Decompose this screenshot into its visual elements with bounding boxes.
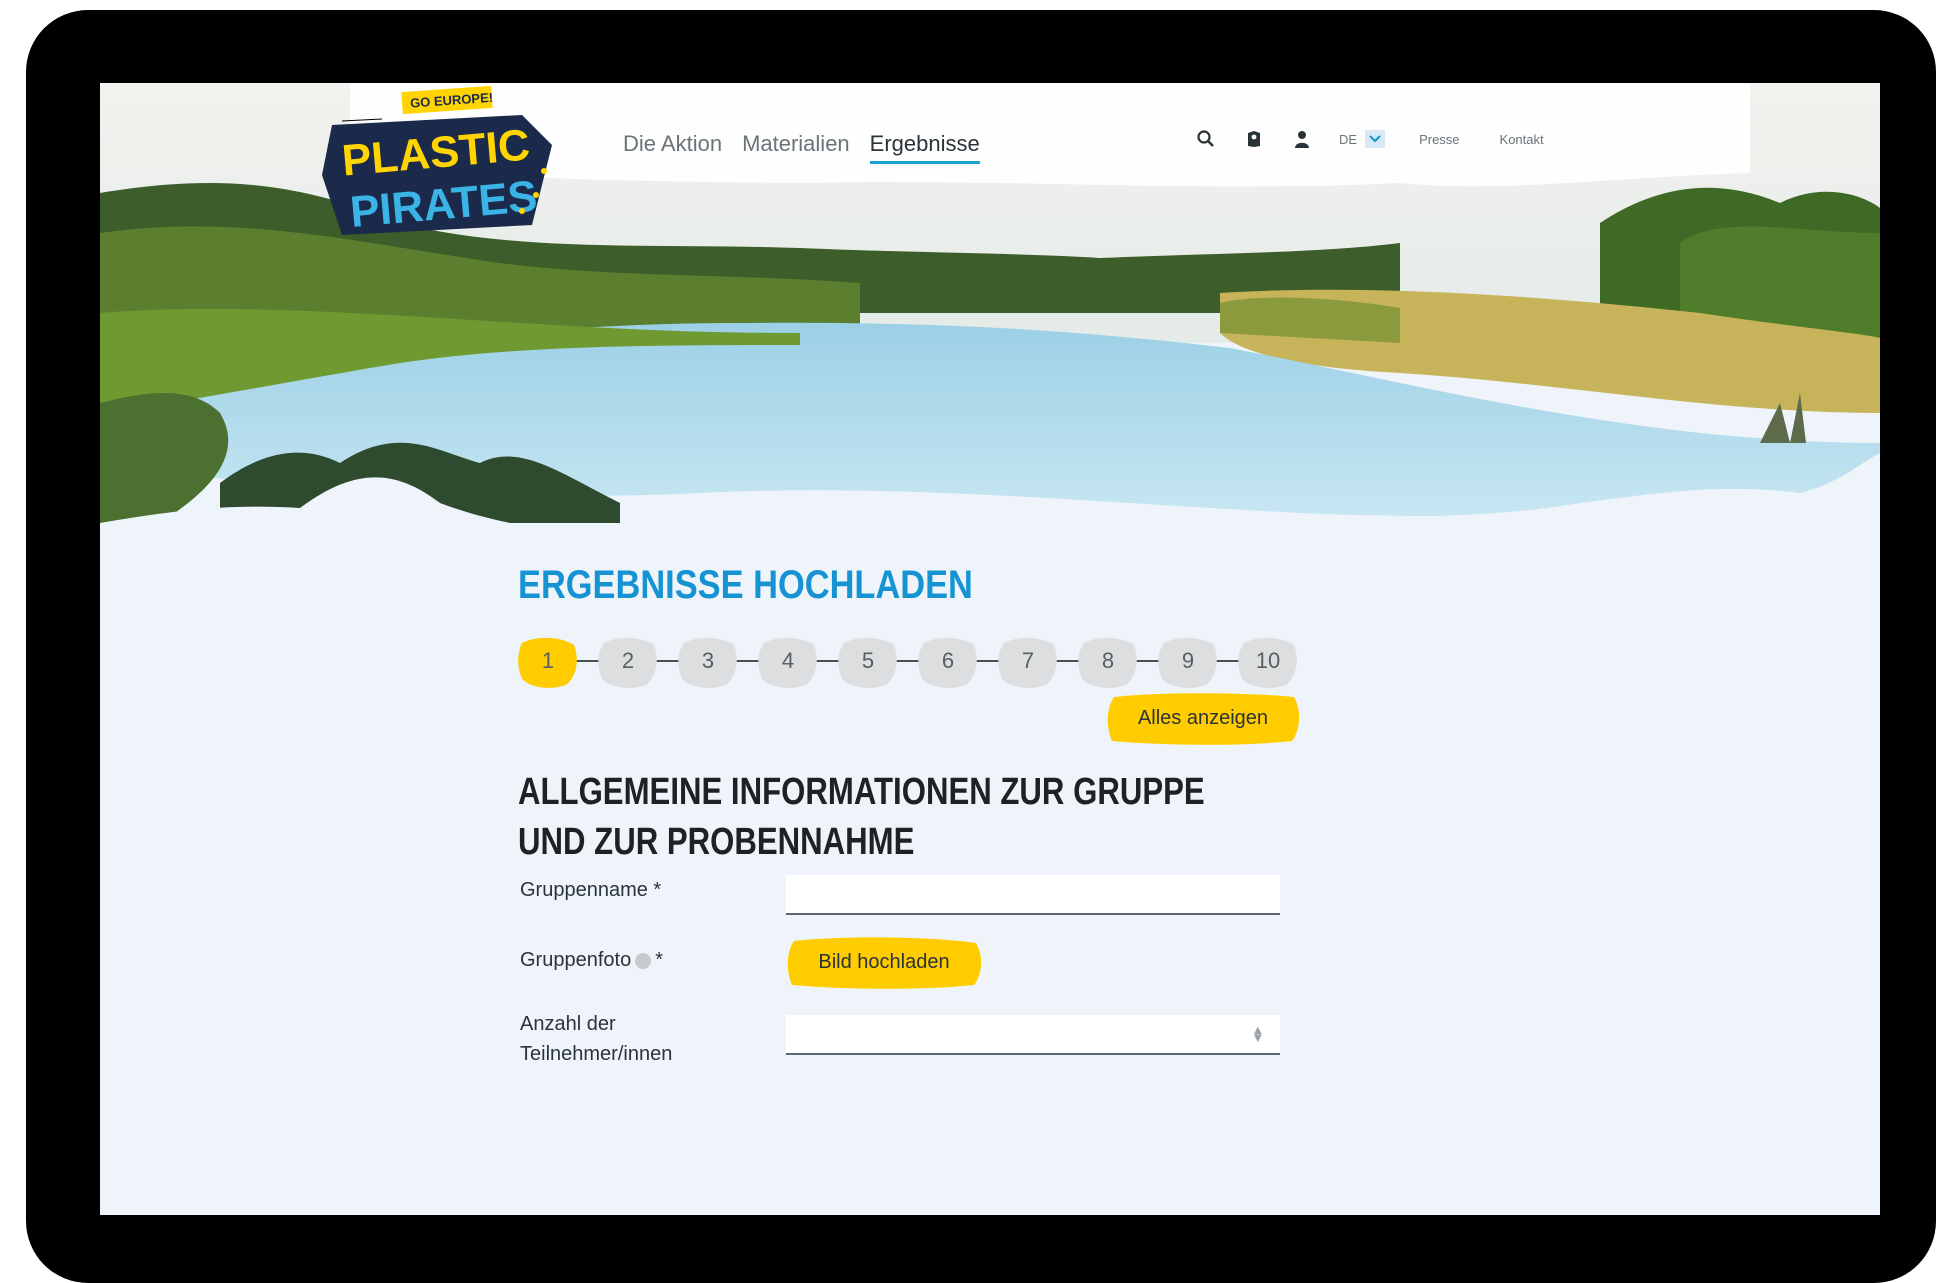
screen: GO EUROPE! PLASTIC PIRATES Die Aktion Ma… bbox=[100, 83, 1880, 1215]
step-10-label: 10 bbox=[1255, 648, 1281, 673]
step-6[interactable]: 6 bbox=[918, 633, 978, 689]
number-stepper-icon[interactable]: ▲ ▼ bbox=[1254, 1026, 1266, 1044]
step-2[interactable]: 2 bbox=[598, 633, 658, 689]
step-8-label: 8 bbox=[1101, 648, 1115, 673]
link-presse[interactable]: Presse bbox=[1419, 132, 1459, 147]
step-4-label: 4 bbox=[781, 648, 795, 673]
plastic-pirates-logo[interactable]: GO EUROPE! PLASTIC PIRATES bbox=[322, 85, 562, 237]
step-4[interactable]: 4 bbox=[758, 633, 818, 689]
nav-materialien[interactable]: Materialien bbox=[742, 131, 850, 164]
main-navigation: Die Aktion Materialien Ergebnisse bbox=[623, 131, 980, 164]
nav-ergebnisse[interactable]: Ergebnisse bbox=[869, 131, 980, 164]
upload-image-label: Bild hochladen bbox=[818, 950, 950, 973]
utility-bar: DE Presse Kontakt bbox=[1195, 128, 1544, 150]
user-icon[interactable] bbox=[1291, 128, 1313, 150]
step-7-label: 7 bbox=[1021, 648, 1035, 673]
chevron-down-icon bbox=[1365, 130, 1386, 148]
step-5[interactable]: 5 bbox=[838, 633, 898, 689]
map-icon[interactable] bbox=[1243, 128, 1265, 150]
info-icon[interactable] bbox=[635, 952, 652, 969]
participants-number-input[interactable] bbox=[786, 1015, 1280, 1055]
language-selector[interactable]: DE bbox=[1339, 130, 1386, 148]
group-name-input[interactable] bbox=[786, 875, 1280, 915]
participants-field: ▲ ▼ bbox=[786, 1015, 1280, 1055]
step-1-label: 1 bbox=[541, 648, 555, 673]
step-6-label: 6 bbox=[941, 648, 955, 673]
step-8[interactable]: 8 bbox=[1078, 633, 1138, 689]
group-photo-label-text: Gruppenfoto bbox=[520, 949, 632, 971]
page-title: ERGEBNISSE HOCHLADEN bbox=[518, 563, 973, 607]
search-icon[interactable] bbox=[1195, 128, 1217, 150]
group-name-label: Gruppenname * bbox=[520, 879, 662, 901]
step-1[interactable]: 1 bbox=[518, 633, 578, 689]
step-9-label: 9 bbox=[1181, 648, 1195, 673]
step-7[interactable]: 7 bbox=[998, 633, 1058, 689]
step-9[interactable]: 9 bbox=[1158, 633, 1218, 689]
step-2-label: 2 bbox=[621, 648, 635, 673]
participants-label: Anzahl der Teilnehmer/innen bbox=[520, 1013, 673, 1065]
show-all-label: Alles anzeigen bbox=[1137, 706, 1269, 729]
step-10[interactable]: 10 bbox=[1238, 633, 1298, 689]
group-photo-label: Gruppenfoto * bbox=[520, 945, 663, 975]
group-photo-required-mark: * bbox=[655, 949, 663, 971]
language-label: DE bbox=[1339, 131, 1358, 147]
step-5-label: 5 bbox=[861, 648, 875, 673]
show-all-button[interactable]: Alles anzeigen bbox=[1106, 691, 1300, 745]
nav-die-aktion[interactable]: Die Aktion bbox=[623, 131, 722, 164]
link-kontakt[interactable]: Kontakt bbox=[1500, 132, 1544, 147]
step-3[interactable]: 3 bbox=[678, 633, 738, 689]
section-title: ALLGEMEINE INFORMATIONEN ZUR GRUPPE UND … bbox=[518, 771, 1205, 863]
step-progress: 1 2 3 4 5 6 7 8 9 10 bbox=[518, 633, 1318, 689]
upload-image-button[interactable]: Bild hochladen bbox=[786, 935, 982, 989]
step-3-label: 3 bbox=[701, 648, 715, 673]
